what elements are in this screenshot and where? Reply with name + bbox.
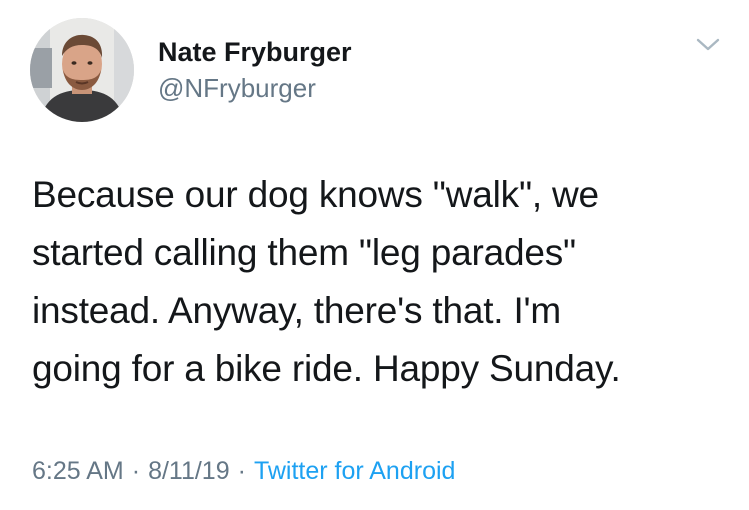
user-handle[interactable]: @NFryburger bbox=[158, 71, 352, 105]
display-name[interactable]: Nate Fryburger bbox=[158, 35, 352, 69]
tweet-card: Nate Fryburger @NFryburger Because our d… bbox=[0, 0, 749, 510]
tweet-date[interactable]: 8/11/19 bbox=[148, 455, 230, 487]
tweet-header: Nate Fryburger @NFryburger bbox=[30, 18, 352, 122]
meta-separator: · bbox=[237, 457, 246, 485]
author-names: Nate Fryburger @NFryburger bbox=[158, 35, 352, 105]
avatar[interactable] bbox=[30, 18, 134, 122]
chevron-down-icon[interactable] bbox=[695, 36, 721, 54]
tweet-meta: 6:25 AM · 8/11/19 · Twitter for Android bbox=[32, 455, 455, 487]
tweet-text: Because our dog knows "walk", we started… bbox=[32, 174, 621, 389]
meta-separator: · bbox=[131, 457, 141, 485]
tweet-source-link[interactable]: Twitter for Android bbox=[254, 455, 455, 487]
tweet-time[interactable]: 6:25 AM bbox=[32, 455, 124, 487]
avatar-photo bbox=[30, 18, 134, 122]
